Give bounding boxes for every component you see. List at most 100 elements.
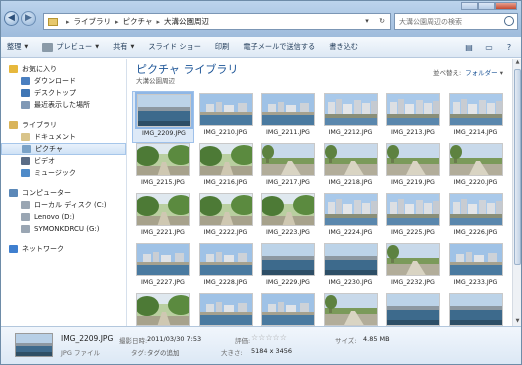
file-tile[interactable]: IMG_2223.JPG bbox=[257, 191, 319, 243]
view-options-icon[interactable]: ▤ bbox=[463, 42, 475, 53]
image-thumbnail[interactable] bbox=[136, 243, 190, 276]
sidebar-item[interactable]: SYMONKDRCU (G:) bbox=[1, 223, 126, 235]
help-icon[interactable]: ? bbox=[503, 42, 515, 53]
file-tile[interactable]: IMG_2212.JPG bbox=[320, 91, 382, 143]
image-thumbnail[interactable] bbox=[261, 243, 315, 276]
sidebar-item[interactable]: コンピューター bbox=[1, 187, 126, 199]
close-button[interactable] bbox=[495, 2, 517, 10]
sidebar-item[interactable]: ミュージック bbox=[1, 167, 126, 179]
preview-pane-icon[interactable]: ▭ bbox=[483, 42, 495, 53]
image-thumbnail[interactable] bbox=[448, 193, 503, 226]
slideshow-button[interactable]: スライド ショー bbox=[148, 42, 201, 52]
scroll-up-icon[interactable]: ▲ bbox=[514, 59, 521, 67]
back-button[interactable]: ◀ bbox=[4, 11, 19, 26]
email-button[interactable]: 電子メールで送信する bbox=[243, 42, 315, 52]
file-tile[interactable]: IMG_2218.JPG bbox=[320, 141, 382, 193]
file-tile[interactable]: IMG_2225.JPG bbox=[382, 191, 444, 243]
sidebar-item[interactable]: ローカル ディスク (C:) bbox=[1, 199, 126, 211]
minimize-button[interactable] bbox=[461, 2, 478, 10]
search-input[interactable] bbox=[399, 17, 503, 26]
image-thumbnail[interactable] bbox=[136, 293, 190, 326]
image-thumbnail[interactable] bbox=[386, 93, 440, 126]
file-tile[interactable]: IMG_2221.JPG bbox=[132, 191, 194, 243]
image-thumbnail[interactable] bbox=[198, 93, 253, 126]
file-tile[interactable]: IMG_2237.JPG bbox=[320, 291, 382, 326]
vertical-scrollbar[interactable]: ▲ ▼ bbox=[512, 59, 521, 326]
file-tile[interactable]: IMG_2229.JPG bbox=[257, 241, 319, 293]
scroll-down-icon[interactable]: ▼ bbox=[514, 318, 521, 326]
search-icon[interactable] bbox=[504, 16, 514, 26]
file-tile[interactable]: IMG_2214.JPG bbox=[445, 91, 507, 143]
image-thumbnail[interactable] bbox=[386, 193, 440, 226]
address-bar[interactable]: ▸ ライブラリ ▸ ピクチャ ▸ 大溝公園周辺 ▾ ↻ bbox=[43, 13, 391, 30]
file-tile[interactable]: IMG_2213.JPG bbox=[382, 91, 444, 143]
print-button[interactable]: 印刷 bbox=[215, 42, 229, 52]
image-thumbnail[interactable] bbox=[136, 193, 190, 226]
image-thumbnail[interactable] bbox=[448, 243, 503, 276]
file-tile[interactable]: IMG_2211.JPG bbox=[257, 91, 319, 143]
image-thumbnail[interactable] bbox=[198, 193, 253, 226]
forward-button[interactable]: ▶ bbox=[21, 11, 36, 26]
preview-button[interactable]: プレビュー ▼ bbox=[42, 42, 99, 52]
file-tile[interactable]: IMG_2209.JPG bbox=[132, 91, 194, 143]
chevron-down-icon[interactable]: ▾ bbox=[361, 15, 373, 28]
file-tile[interactable]: IMG_2217.JPG bbox=[257, 141, 319, 193]
file-tile[interactable]: IMG_2239.JPG bbox=[445, 291, 507, 326]
file-tile[interactable]: IMG_2236.JPG bbox=[257, 291, 319, 326]
sidebar-item[interactable]: デスクトップ bbox=[1, 87, 126, 99]
image-thumbnail[interactable] bbox=[323, 243, 378, 276]
sidebar-item[interactable]: ビデオ bbox=[1, 155, 126, 167]
image-thumbnail[interactable] bbox=[323, 293, 378, 326]
file-tile[interactable]: IMG_2227.JPG bbox=[132, 241, 194, 293]
file-tile[interactable]: IMG_2232.JPG bbox=[382, 241, 444, 293]
image-thumbnail[interactable] bbox=[135, 92, 193, 129]
file-tile[interactable]: IMG_2228.JPG bbox=[195, 241, 257, 293]
chevron-right-icon[interactable]: ▸ bbox=[66, 18, 70, 26]
breadcrumb-libraries[interactable]: ライブラリ bbox=[74, 16, 112, 27]
sidebar-item[interactable]: 最近表示した場所 bbox=[1, 99, 126, 111]
rating-stars[interactable]: ☆☆☆☆☆ bbox=[251, 333, 287, 342]
file-tile[interactable]: IMG_2238.JPG bbox=[382, 291, 444, 326]
sidebar-item[interactable]: ネットワーク bbox=[1, 243, 126, 255]
sidebar-item[interactable]: お気に入り bbox=[1, 63, 126, 75]
file-tile[interactable]: IMG_2220.JPG bbox=[445, 141, 507, 193]
file-tile[interactable]: IMG_2224.JPG bbox=[320, 191, 382, 243]
image-thumbnail[interactable] bbox=[323, 143, 378, 176]
image-thumbnail[interactable] bbox=[386, 293, 440, 326]
organize-button[interactable]: 整理 ▼ bbox=[7, 42, 28, 52]
file-tile[interactable]: IMG_2216.JPG bbox=[195, 141, 257, 193]
image-thumbnail[interactable] bbox=[323, 93, 378, 126]
file-tile[interactable]: IMG_2230.JPG bbox=[320, 241, 382, 293]
image-thumbnail[interactable] bbox=[198, 143, 253, 176]
maximize-button[interactable] bbox=[478, 2, 495, 10]
sidebar-item[interactable]: ライブラリ bbox=[1, 119, 126, 131]
image-thumbnail[interactable] bbox=[198, 293, 253, 326]
image-thumbnail[interactable] bbox=[136, 143, 190, 176]
file-tile[interactable]: IMG_2219.JPG bbox=[382, 141, 444, 193]
search-box[interactable] bbox=[394, 13, 518, 30]
burn-button[interactable]: 書き込む bbox=[329, 42, 358, 52]
image-thumbnail[interactable] bbox=[198, 243, 253, 276]
image-thumbnail[interactable] bbox=[386, 243, 440, 276]
file-tile[interactable]: IMG_2233.JPG bbox=[445, 241, 507, 293]
image-thumbnail[interactable] bbox=[448, 93, 503, 126]
file-tile[interactable]: IMG_2226.JPG bbox=[445, 191, 507, 243]
detail-tags[interactable]: タグの追加 bbox=[147, 347, 180, 357]
file-tile[interactable]: IMG_2222.JPG bbox=[195, 191, 257, 243]
image-thumbnail[interactable] bbox=[261, 143, 315, 176]
image-thumbnail[interactable] bbox=[261, 293, 315, 326]
arrange-by[interactable]: 並べ替え: フォルダー ▾ bbox=[433, 67, 503, 77]
image-thumbnail[interactable] bbox=[448, 293, 503, 326]
chevron-right-icon[interactable]: ▸ bbox=[115, 18, 119, 26]
breadcrumb-pictures[interactable]: ピクチャ bbox=[123, 16, 153, 27]
image-thumbnail[interactable] bbox=[448, 143, 503, 176]
image-thumbnail[interactable] bbox=[386, 143, 440, 176]
chevron-right-icon[interactable]: ▸ bbox=[156, 18, 160, 26]
scrollbar-thumb[interactable] bbox=[514, 69, 521, 265]
file-tile[interactable]: IMG_2215.JPG bbox=[132, 141, 194, 193]
file-tile[interactable]: IMG_2210.JPG bbox=[195, 91, 257, 143]
sidebar-item[interactable]: ピクチャ bbox=[1, 143, 126, 155]
sidebar-item[interactable]: ダウンロード bbox=[1, 75, 126, 87]
sidebar-item[interactable]: Lenovo (D:) bbox=[1, 211, 126, 223]
breadcrumb-current-folder[interactable]: 大溝公園周辺 bbox=[164, 16, 209, 27]
